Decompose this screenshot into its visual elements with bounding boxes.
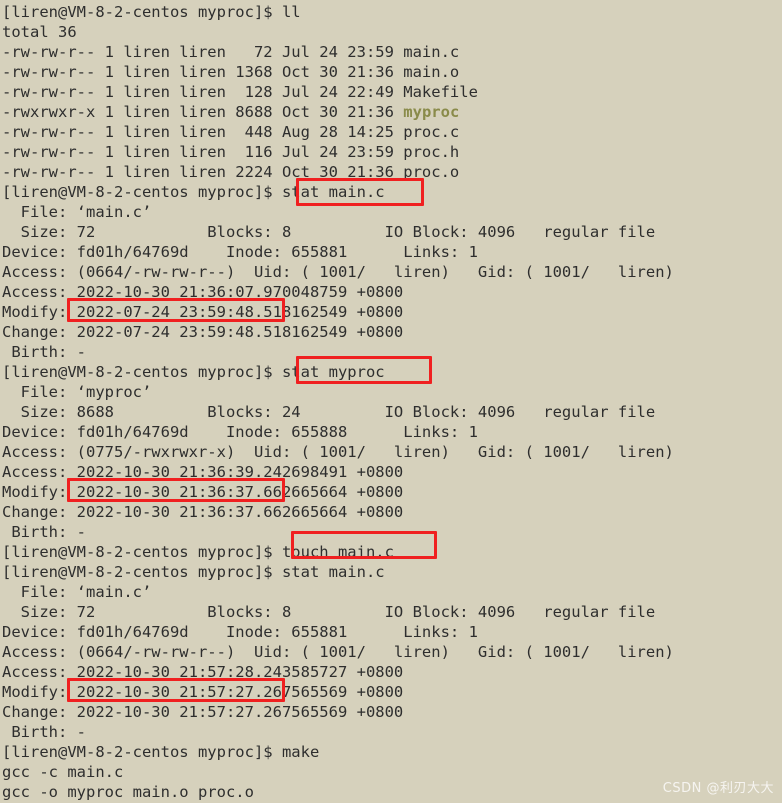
terminal-line: Change: 2022-10-30 21:57:27.267565569 +0…: [2, 703, 404, 721]
terminal-line: [liren@VM-8-2-centos myproc]$ stat main.…: [2, 183, 385, 201]
terminal-line: [liren@VM-8-2-centos myproc]$ ll: [2, 3, 301, 21]
terminal-line: Device: fd01h/64769d Inode: 655881 Links…: [2, 243, 478, 261]
terminal-line: Size: 72 Blocks: 8 IO Block: 4096 regula…: [2, 603, 656, 621]
terminal-line: Device: fd01h/64769d Inode: 655881 Links…: [2, 623, 478, 641]
terminal-line: Access: (0664/-rw-rw-r--) Uid: ( 1001/ l…: [2, 263, 674, 281]
terminal-line: Birth: -: [2, 723, 86, 741]
terminal-line: Birth: -: [2, 523, 86, 541]
terminal-line: [liren@VM-8-2-centos myproc]$ touch main…: [2, 543, 394, 561]
terminal-line: total 36: [2, 23, 77, 41]
terminal-output: [liren@VM-8-2-centos myproc]$ ll total 36…: [2, 2, 782, 802]
terminal-line: Change: 2022-07-24 23:59:48.518162549 +0…: [2, 323, 404, 341]
terminal-line: [liren@VM-8-2-centos myproc]$ stat main.…: [2, 563, 385, 581]
terminal-line: Modify: 2022-10-30 21:57:27.267565569 +0…: [2, 683, 404, 701]
csdn-watermark: CSDN @利刃大大: [662, 781, 774, 796]
terminal-window[interactable]: [liren@VM-8-2-centos myproc]$ ll total 36…: [0, 0, 782, 803]
terminal-line: Device: fd01h/64769d Inode: 655888 Links…: [2, 423, 478, 441]
terminal-line: Change: 2022-10-30 21:36:37.662665664 +0…: [2, 503, 404, 521]
terminal-line: Size: 72 Blocks: 8 IO Block: 4096 regula…: [2, 223, 656, 241]
terminal-line: File: ‘myproc’: [2, 383, 152, 401]
terminal-line: Birth: -: [2, 343, 86, 361]
terminal-line: -rw-rw-r-- 1 liren liren 72 Jul 24 23:59…: [2, 43, 460, 61]
terminal-line: Access: 2022-10-30 21:36:07.970048759 +0…: [2, 283, 404, 301]
terminal-line: Modify: 2022-10-30 21:36:37.662665664 +0…: [2, 483, 404, 501]
terminal-line: -rw-rw-r-- 1 liren liren 116 Jul 24 23:5…: [2, 143, 460, 161]
terminal-line: File: ‘main.c’: [2, 583, 152, 601]
terminal-line: -rwxrwxr-x 1 liren liren 8688 Oct 30 21:…: [2, 102, 782, 122]
terminal-line: [liren@VM-8-2-centos myproc]$ stat mypro…: [2, 363, 385, 381]
terminal-line: -rw-rw-r-- 1 liren liren 1368 Oct 30 21:…: [2, 63, 460, 81]
terminal-line: [liren@VM-8-2-centos myproc]$ make: [2, 743, 320, 761]
terminal-line-text: -rwxrwxr-x 1 liren liren 8688 Oct 30 21:…: [2, 103, 404, 121]
terminal-line: Size: 8688 Blocks: 24 IO Block: 4096 reg…: [2, 403, 656, 421]
terminal-line: -rw-rw-r-- 1 liren liren 2224 Oct 30 21:…: [2, 163, 460, 181]
terminal-line: Access: (0775/-rwxrwxr-x) Uid: ( 1001/ l…: [2, 443, 674, 461]
terminal-line: -rw-rw-r-- 1 liren liren 128 Jul 24 22:4…: [2, 83, 478, 101]
terminal-line: Access: (0664/-rw-rw-r--) Uid: ( 1001/ l…: [2, 643, 674, 661]
terminal-line: File: ‘main.c’: [2, 203, 152, 221]
terminal-line: Access: 2022-10-30 21:36:39.242698491 +0…: [2, 463, 404, 481]
terminal-line: Access: 2022-10-30 21:57:28.243585727 +0…: [2, 663, 404, 681]
terminal-line: Modify: 2022-07-24 23:59:48.518162549 +0…: [2, 303, 404, 321]
terminal-line: -rw-rw-r-- 1 liren liren 448 Aug 28 14:2…: [2, 123, 460, 141]
executable-filename: myproc: [403, 103, 460, 121]
